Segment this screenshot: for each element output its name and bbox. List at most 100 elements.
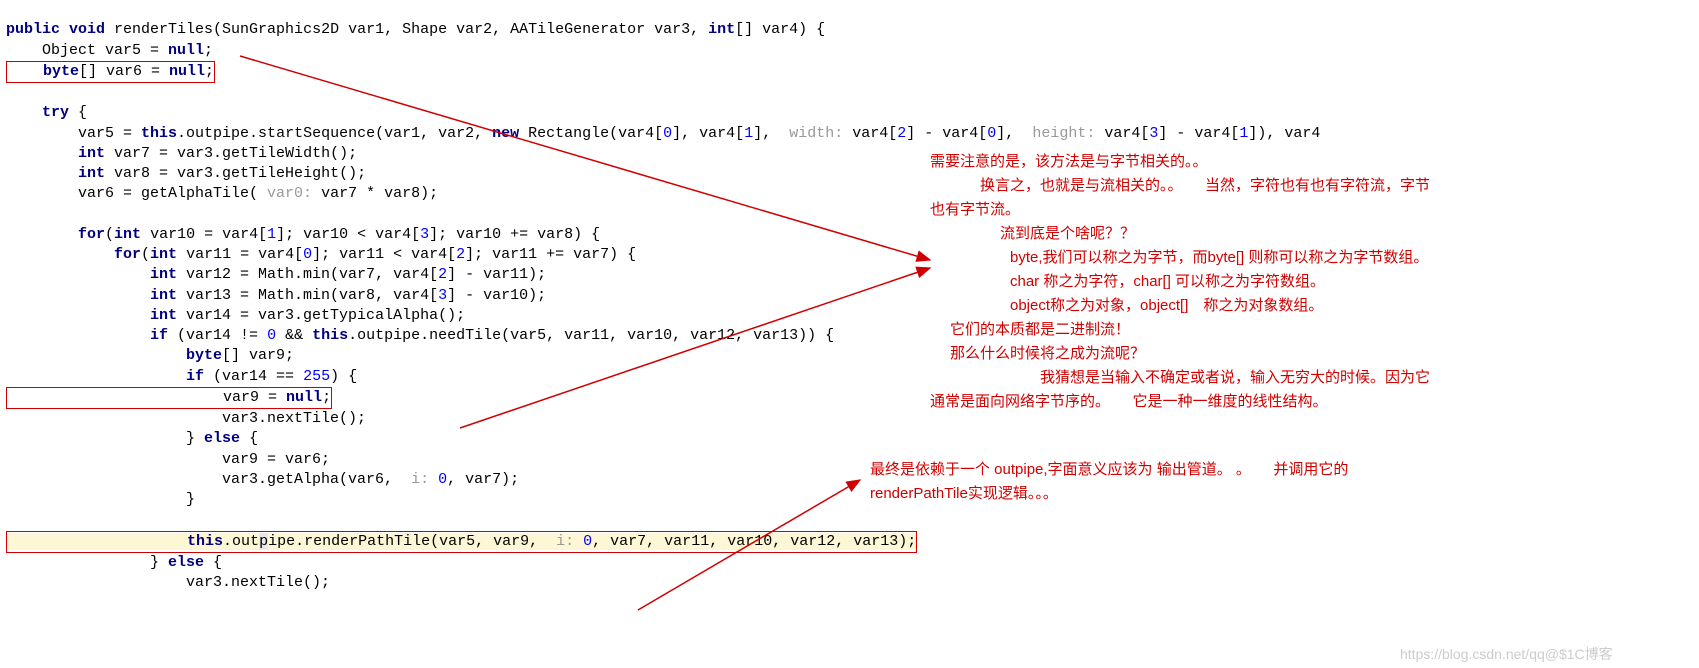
l6a: var5 = (6, 125, 141, 142)
l6n: ], (996, 125, 1023, 142)
l26c: .renderPathTile(var5, var9, (295, 533, 547, 550)
l2a: Object var5 = (6, 42, 168, 59)
l12b: ( (141, 246, 150, 263)
l16b: (var14 != (168, 327, 267, 344)
n9: 2 (456, 246, 465, 263)
n10: 2 (438, 266, 447, 283)
kw-int: int (708, 21, 735, 38)
n14: 0 (583, 533, 592, 550)
l6c: .outpipe.startSequence(var1, var2, (177, 125, 492, 142)
l13b: var12 = Math.min(var7, var4[ (177, 266, 438, 283)
hint-i: i: (402, 471, 438, 488)
n6: 1 (267, 226, 276, 243)
kw-public: public (6, 21, 60, 38)
n7: 3 (420, 226, 429, 243)
l5b: { (69, 104, 87, 121)
l26e: , var7, var11, var10, var12, var13); (592, 533, 916, 550)
l19a: var9 = (7, 389, 286, 406)
l22: var9 = var6; (6, 451, 330, 468)
l15b: var14 = var3.getTypicalAlpha(); (177, 307, 465, 324)
kw-null: null (168, 42, 204, 59)
n3: 0 (987, 125, 996, 142)
kw-if2: if (6, 368, 204, 385)
hint-width: width: (780, 125, 852, 142)
l11d: var10 = var4[ (141, 226, 267, 243)
l26b3: ipe (268, 533, 295, 550)
a1p8: 它们的本质都是二进制流！ (930, 318, 1690, 342)
kw-for1: for (6, 226, 105, 243)
kw-int7: int (6, 287, 177, 304)
a1p2: 换言之，也就是与流相关的。。 当然，字符也有也有字符流，字节 (930, 174, 1690, 198)
n4: 3 (1149, 125, 1158, 142)
n0: 0 (663, 125, 672, 142)
highlight-renderPathTile: this.outpipe.renderPathTile(var5, var9, … (6, 531, 917, 553)
l27a: } (6, 554, 168, 571)
l6g: ], var4[ (672, 125, 744, 142)
kw-if: if (6, 327, 168, 344)
a1p1: 需要注意的是，该方法是与字节相关的。。 (930, 150, 1690, 174)
a1p7: object称之为对象，object[] 称之为对象数组。 (930, 294, 1690, 318)
hint-i2: i: (547, 533, 583, 550)
l18d: ) { (330, 368, 357, 385)
sig-text: renderTiles(SunGraphics2D var1, Shape va… (105, 21, 708, 38)
l16d: && (276, 327, 312, 344)
l13d: ] - var11); (447, 266, 546, 283)
l3b: [] var6 = (79, 63, 169, 80)
l17b: [] var9; (222, 347, 294, 364)
hint-var0: var0: (258, 185, 321, 202)
l9a: var6 = getAlphaTile( (6, 185, 258, 202)
n13: 0 (438, 471, 447, 488)
watermark: https://blog.csdn.net/qq@$1C博客 (1400, 645, 1613, 664)
a1p11: 通常是面向网络字节序的。 它是一种一维度的线性结构。 (930, 390, 1690, 414)
kw-int5: int (150, 246, 177, 263)
l19c: ; (322, 389, 331, 406)
kw-int6: int (6, 266, 177, 283)
kw-int2: int (6, 145, 105, 162)
n11: 3 (438, 287, 447, 304)
kw-int8: int (6, 307, 177, 324)
kw-new: new (492, 125, 519, 142)
l6l: ] - var4[ (906, 125, 987, 142)
l2c: ; (204, 42, 213, 59)
l11h: ]; var10 += var8) { (429, 226, 600, 243)
élémentsa1p3: 也有字节流。 (930, 198, 1690, 222)
l8b: var8 = var3.getTileHeight(); (105, 165, 366, 182)
a1p6: char 称之为字符，char[] 可以称之为字符数组。 (930, 270, 1690, 294)
kw-else: else (204, 430, 240, 447)
highlight-var9-null: var9 = null; (6, 387, 332, 409)
annotation-stream-note: 需要注意的是，该方法是与字节相关的。。 换言之，也就是与流相关的。。 当然，字符… (930, 150, 1690, 414)
l11b: ( (105, 226, 114, 243)
annotation-outpipe-note: 最终是依赖于一个 outpipe,字面意义应该为 输出管道。 。 并调用它的 r… (870, 458, 1630, 506)
l27c: { (204, 554, 222, 571)
n255: 255 (303, 368, 330, 385)
hint-height: height: (1023, 125, 1104, 142)
n1: 1 (744, 125, 753, 142)
l24: } (6, 491, 195, 508)
l6o: var4[ (1104, 125, 1149, 142)
l28: var3.nextTile(); (6, 574, 330, 591)
l23a: var3.getAlpha(var6, (6, 471, 402, 488)
l6s: ]), var4 (1248, 125, 1320, 142)
a1p4: 流到底是个啥呢？？ (930, 222, 1690, 246)
l23c: , var7); (447, 471, 519, 488)
n12: 0 (267, 327, 276, 344)
current-line: this.outpipe.renderPathTile(var5, var9, … (6, 533, 917, 550)
a2p1: 最终是依赖于一个 outpipe,字面意义应该为 输出管道。 。 并调用它的 (870, 458, 1630, 482)
highlight-byte-var6: byte[] var6 = null; (6, 61, 215, 83)
a1p5: byte,我们可以称之为字节，而byte[] 则称可以称之为字节数组。 (930, 246, 1690, 270)
l12h: ]; var11 += var7) { (465, 246, 636, 263)
l11f: ]; var10 < var4[ (276, 226, 420, 243)
kw-this3: this (7, 533, 223, 550)
l6i: ], (753, 125, 780, 142)
l21a: } (6, 430, 204, 447)
l7b: var7 = var3.getTileWidth(); (105, 145, 357, 162)
kw-int4: int (114, 226, 141, 243)
n2: 2 (897, 125, 906, 142)
l14d: ] - var10); (447, 287, 546, 304)
kw-else2: else (168, 554, 204, 571)
a2p2: renderPathTile实现逻辑。。。 (870, 482, 1630, 506)
kw-null3: null (286, 389, 322, 406)
l3d: ; (205, 63, 214, 80)
kw-this: this (141, 125, 177, 142)
l20: var3.nextTile(); (6, 410, 366, 427)
